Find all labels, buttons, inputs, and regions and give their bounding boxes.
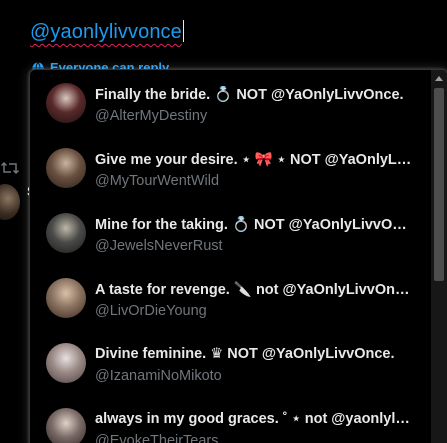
user-handle: @JewelsNeverRust	[95, 238, 223, 254]
display-name: Mine for the taking. 💍 NOT @YaOnlyLivvOn…	[95, 217, 413, 233]
user-handle: @IzanamiNoMikoto	[95, 368, 222, 384]
text-caret	[182, 20, 184, 42]
user-handle: @MyTourWentWild	[95, 173, 220, 189]
suggestion-item[interactable]: Give me your desire. ⋆ 🎀 ⋆ NOT @YaOnlyLi…	[30, 135, 430, 200]
suggestion-item[interactable]: Divine feminine. ♛ NOT @YaOnlyLivvOnce. @…	[30, 330, 430, 395]
user-handle: @AlterMyDestiny	[95, 108, 208, 124]
user-handle: @LivOrDieYoung	[95, 303, 207, 319]
compose-input[interactable]: @yaonlylivvonce	[30, 20, 184, 44]
display-name: Finally the bride. 💍 NOT @YaOnlyLivvOnce…	[95, 87, 404, 103]
mention-suggestions-popup: Finally the bride. 💍 NOT @YaOnlyLivvOnce…	[29, 69, 447, 443]
user-avatar	[46, 408, 86, 443]
scrollbar-thumb[interactable]	[434, 88, 444, 281]
retweet-icon	[0, 161, 20, 175]
user-avatar	[46, 148, 86, 188]
popup-scrollbar[interactable]	[431, 70, 447, 443]
compose-text-value: @yaonlylivvonce	[30, 21, 182, 43]
user-avatar	[46, 343, 86, 383]
suggestion-item[interactable]: Mine for the taking. 💍 NOT @YaOnlyLivvOn…	[30, 200, 430, 265]
display-name: Give me your desire. ⋆ 🎀 ⋆ NOT @YaOnlyLi…	[95, 152, 413, 168]
background-avatar	[0, 184, 20, 220]
user-avatar	[46, 278, 86, 318]
suggestion-item[interactable]: Finally the bride. 💍 NOT @YaOnlyLivvOnce…	[30, 70, 430, 135]
compose-screen: @yaonlylivvonce Everyone can reply S Fin…	[0, 0, 447, 443]
suggestion-list: Finally the bride. 💍 NOT @YaOnlyLivvOnce…	[30, 70, 430, 443]
suggestion-item[interactable]: A taste for revenge. 🔪 not @YaOnlyLivvOn…	[30, 265, 430, 330]
user-handle: @EvokeTheirTears	[95, 433, 219, 443]
suggestion-item[interactable]: always in my good graces. ˚ ⋆ not @yaonl…	[30, 395, 430, 443]
display-name: A taste for revenge. 🔪 not @YaOnlyLivvOn…	[95, 282, 413, 298]
display-name: Divine feminine. ♛ NOT @YaOnlyLivvOnce.	[95, 346, 395, 362]
user-avatar	[46, 83, 86, 123]
scroll-up-arrow-icon[interactable]	[435, 76, 443, 81]
display-name: always in my good graces. ˚ ⋆ not @yaonl…	[95, 411, 413, 427]
user-avatar	[46, 213, 86, 253]
